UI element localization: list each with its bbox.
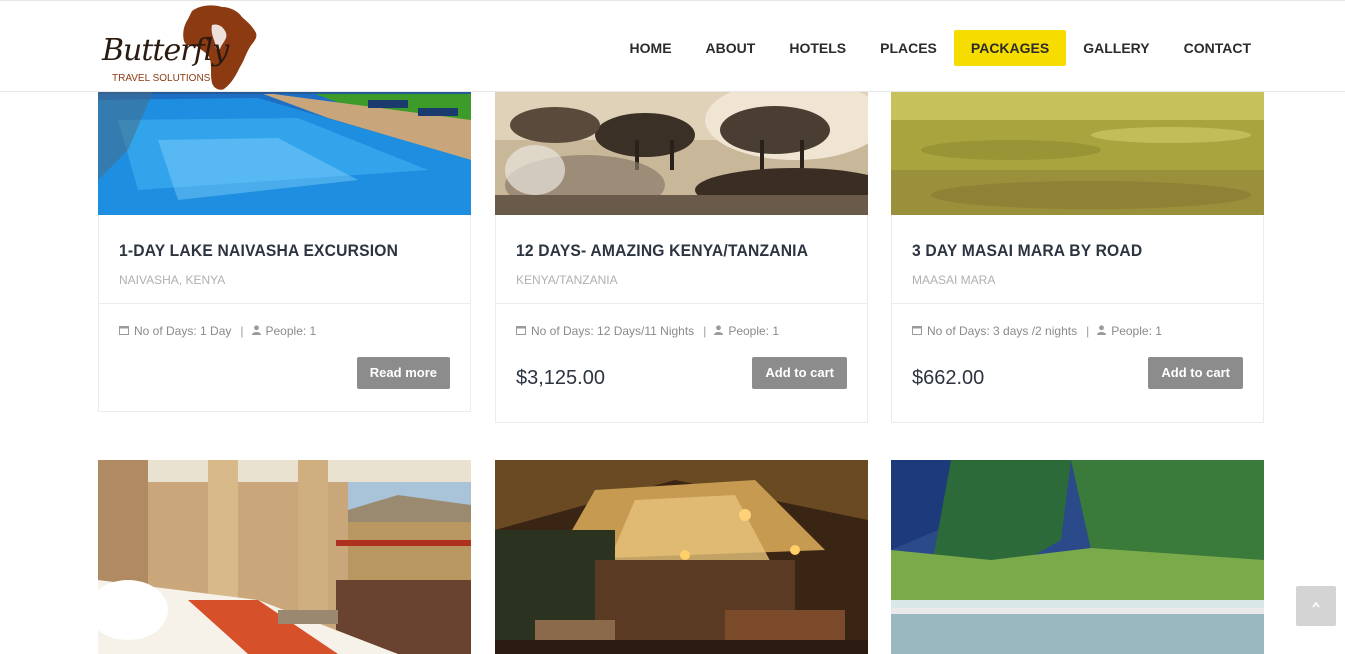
nav-packages[interactable]: PACKAGES <box>953 30 1067 66</box>
site-logo[interactable]: Butterfly TRAVEL SOLUTIONS <box>100 3 260 91</box>
chevron-up-icon <box>1312 601 1320 608</box>
package-meta: No of Days: 12 Days/11 Nights | People: … <box>516 324 779 338</box>
package-card: 3 DAY MASAI MARA BY ROAD MAASAI MARA No … <box>891 40 1264 423</box>
package-meta: No of Days: 1 Day | People: 1 <box>119 324 316 338</box>
package-card <box>98 460 471 654</box>
user-icon <box>714 324 724 338</box>
user-icon <box>1097 324 1107 338</box>
package-location: KENYA/TANZANIA <box>516 273 618 287</box>
add-to-cart-button[interactable]: Add to cart <box>1148 357 1243 389</box>
calendar-icon <box>912 324 922 338</box>
user-icon <box>251 324 261 338</box>
package-card <box>891 460 1264 654</box>
package-people: People: 1 <box>1111 324 1162 338</box>
package-days: No of Days: 12 Days/11 Nights <box>531 324 695 338</box>
package-location: NAIVASHA, KENYA <box>119 273 226 287</box>
meta-separator: | <box>240 324 244 338</box>
logo-subtitle: TRAVEL SOLUTIONS <box>112 73 211 84</box>
card-divider <box>496 303 867 304</box>
package-image[interactable] <box>98 460 471 654</box>
package-card <box>495 460 868 654</box>
package-days: No of Days: 3 days /2 nights <box>927 324 1078 338</box>
logo-wordmark: Butterfly <box>102 33 229 68</box>
package-meta: No of Days: 3 days /2 nights | People: 1 <box>912 324 1162 338</box>
meta-separator: | <box>1086 324 1090 338</box>
read-more-button[interactable]: Read more <box>356 357 450 389</box>
main-nav: HOME ABOUT HOTELS PLACES PACKAGES GALLER… <box>613 30 1268 66</box>
package-card: 1-DAY LAKE NAIVASHA EXCURSION NAIVASHA, … <box>98 40 471 412</box>
package-title[interactable]: 12 DAYS- AMAZING KENYA/TANZANIA <box>516 241 808 261</box>
package-location: MAASAI MARA <box>912 273 996 287</box>
nav-home[interactable]: HOME <box>613 30 689 66</box>
calendar-icon <box>119 324 129 338</box>
package-image[interactable] <box>891 460 1264 654</box>
nav-about[interactable]: ABOUT <box>689 30 773 66</box>
site-header: Butterfly TRAVEL SOLUTIONS HOME ABOUT HO… <box>0 0 1345 92</box>
calendar-icon <box>516 324 526 338</box>
package-title[interactable]: 1-DAY LAKE NAIVASHA EXCURSION <box>119 241 398 261</box>
card-divider <box>99 303 470 304</box>
package-days: No of Days: 1 Day <box>134 324 232 338</box>
add-to-cart-button[interactable]: Add to cart <box>752 357 847 389</box>
nav-places[interactable]: PLACES <box>863 30 954 66</box>
package-people: People: 1 <box>728 324 780 338</box>
package-image[interactable] <box>495 460 868 654</box>
meta-separator: | <box>703 324 707 338</box>
package-price: $662.00 <box>912 367 985 389</box>
nav-contact[interactable]: CONTACT <box>1167 30 1268 66</box>
package-card: 12 DAYS- AMAZING KENYA/TANZANIA KENYA/TA… <box>495 40 868 423</box>
card-divider <box>892 303 1263 304</box>
nav-hotels[interactable]: HOTELS <box>772 30 863 66</box>
scroll-to-top-button[interactable] <box>1296 586 1336 626</box>
nav-gallery[interactable]: GALLERY <box>1066 30 1166 66</box>
package-people: People: 1 <box>265 324 317 338</box>
package-price: $3,125.00 <box>516 367 605 389</box>
package-title[interactable]: 3 DAY MASAI MARA BY ROAD <box>912 241 1142 261</box>
